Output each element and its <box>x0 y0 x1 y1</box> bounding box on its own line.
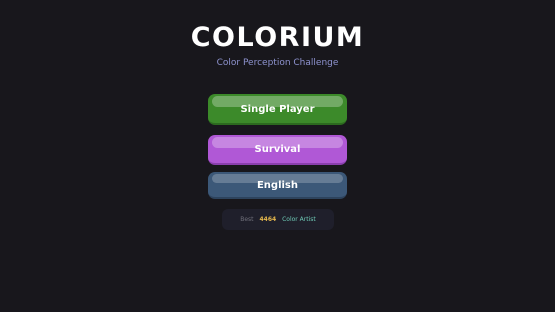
best-rank-title: Color Artist <box>282 216 316 223</box>
single-player-label: Single Player <box>240 104 315 115</box>
single-player-button[interactable]: Single Player <box>208 94 347 125</box>
best-score-value: 4464 <box>259 216 277 223</box>
best-label: Best <box>240 216 254 223</box>
language-label: English <box>256 180 299 191</box>
language-button[interactable]: English <box>208 172 347 199</box>
survival-label: Survival <box>254 144 301 155</box>
survival-button[interactable]: Survival <box>208 135 347 165</box>
game-subtitle: Color Perception Challenge <box>216 58 339 68</box>
best-score-panel: Best 4464 Color Artist <box>222 209 334 230</box>
game-title: COLORIUM <box>190 22 365 53</box>
